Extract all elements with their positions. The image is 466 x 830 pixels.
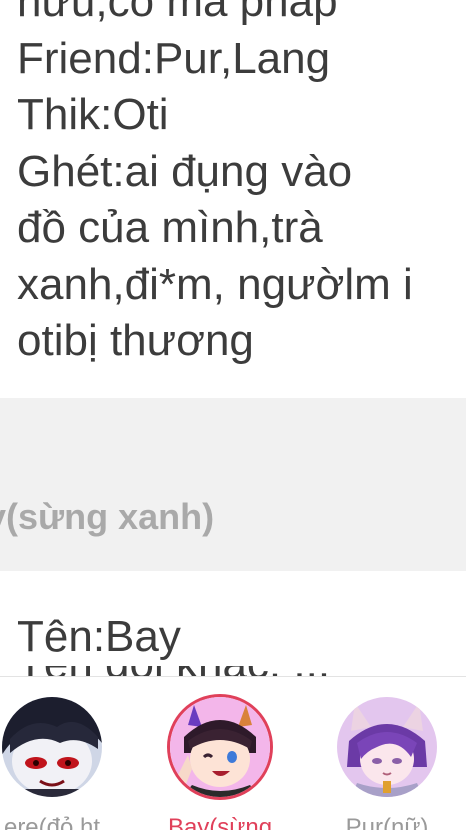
section-title: ay(sừng xanh) [0, 496, 215, 537]
character-name-line: Tên:Bay [17, 612, 181, 661]
character-tab-label: Pur(nữ) [345, 814, 429, 830]
character-tab-1[interactable]: ere(đỏ ht [0, 697, 107, 830]
character-bio: hưu,có ma pháp Friend:Pur,Lang Thik:Oti … [17, 0, 457, 370]
partial-text-line: Tên gọi khác: ... [17, 666, 457, 676]
character-selector-bar: ere(đỏ ht Bay(sừng Pur(nữ) [0, 676, 466, 830]
character-next-line: Tên gọi khác: ... [17, 666, 457, 676]
character-tab-2[interactable]: Bay(sừng [165, 697, 275, 830]
bio-line: Thik:Oti [17, 90, 169, 139]
purple-hair-cat-ears-avatar-icon [337, 697, 437, 797]
section-header-band [0, 398, 466, 571]
character-tab-3[interactable]: Pur(nữ) [332, 697, 442, 830]
dark-hair-red-eyes-avatar-icon [2, 697, 102, 797]
bio-line: đồ của mình,trà [17, 203, 323, 252]
bio-line: xanh,đi*m, ngườlm i [17, 259, 413, 309]
bio-line: Friend:Pur,Lang [17, 33, 331, 83]
horned-winking-avatar-icon [170, 697, 270, 797]
character-tab-label: Bay(sừng [167, 814, 273, 830]
bio-line: otibị thương [17, 316, 254, 365]
character-tab-label: ere(đỏ ht [3, 814, 101, 830]
bio-line: hưu,có ma pháp [17, 0, 338, 26]
story-content[interactable]: hưu,có ma pháp Friend:Pur,Lang Thik:Oti … [0, 0, 466, 676]
bio-line: Ghét:ai đụng vào [17, 146, 353, 196]
